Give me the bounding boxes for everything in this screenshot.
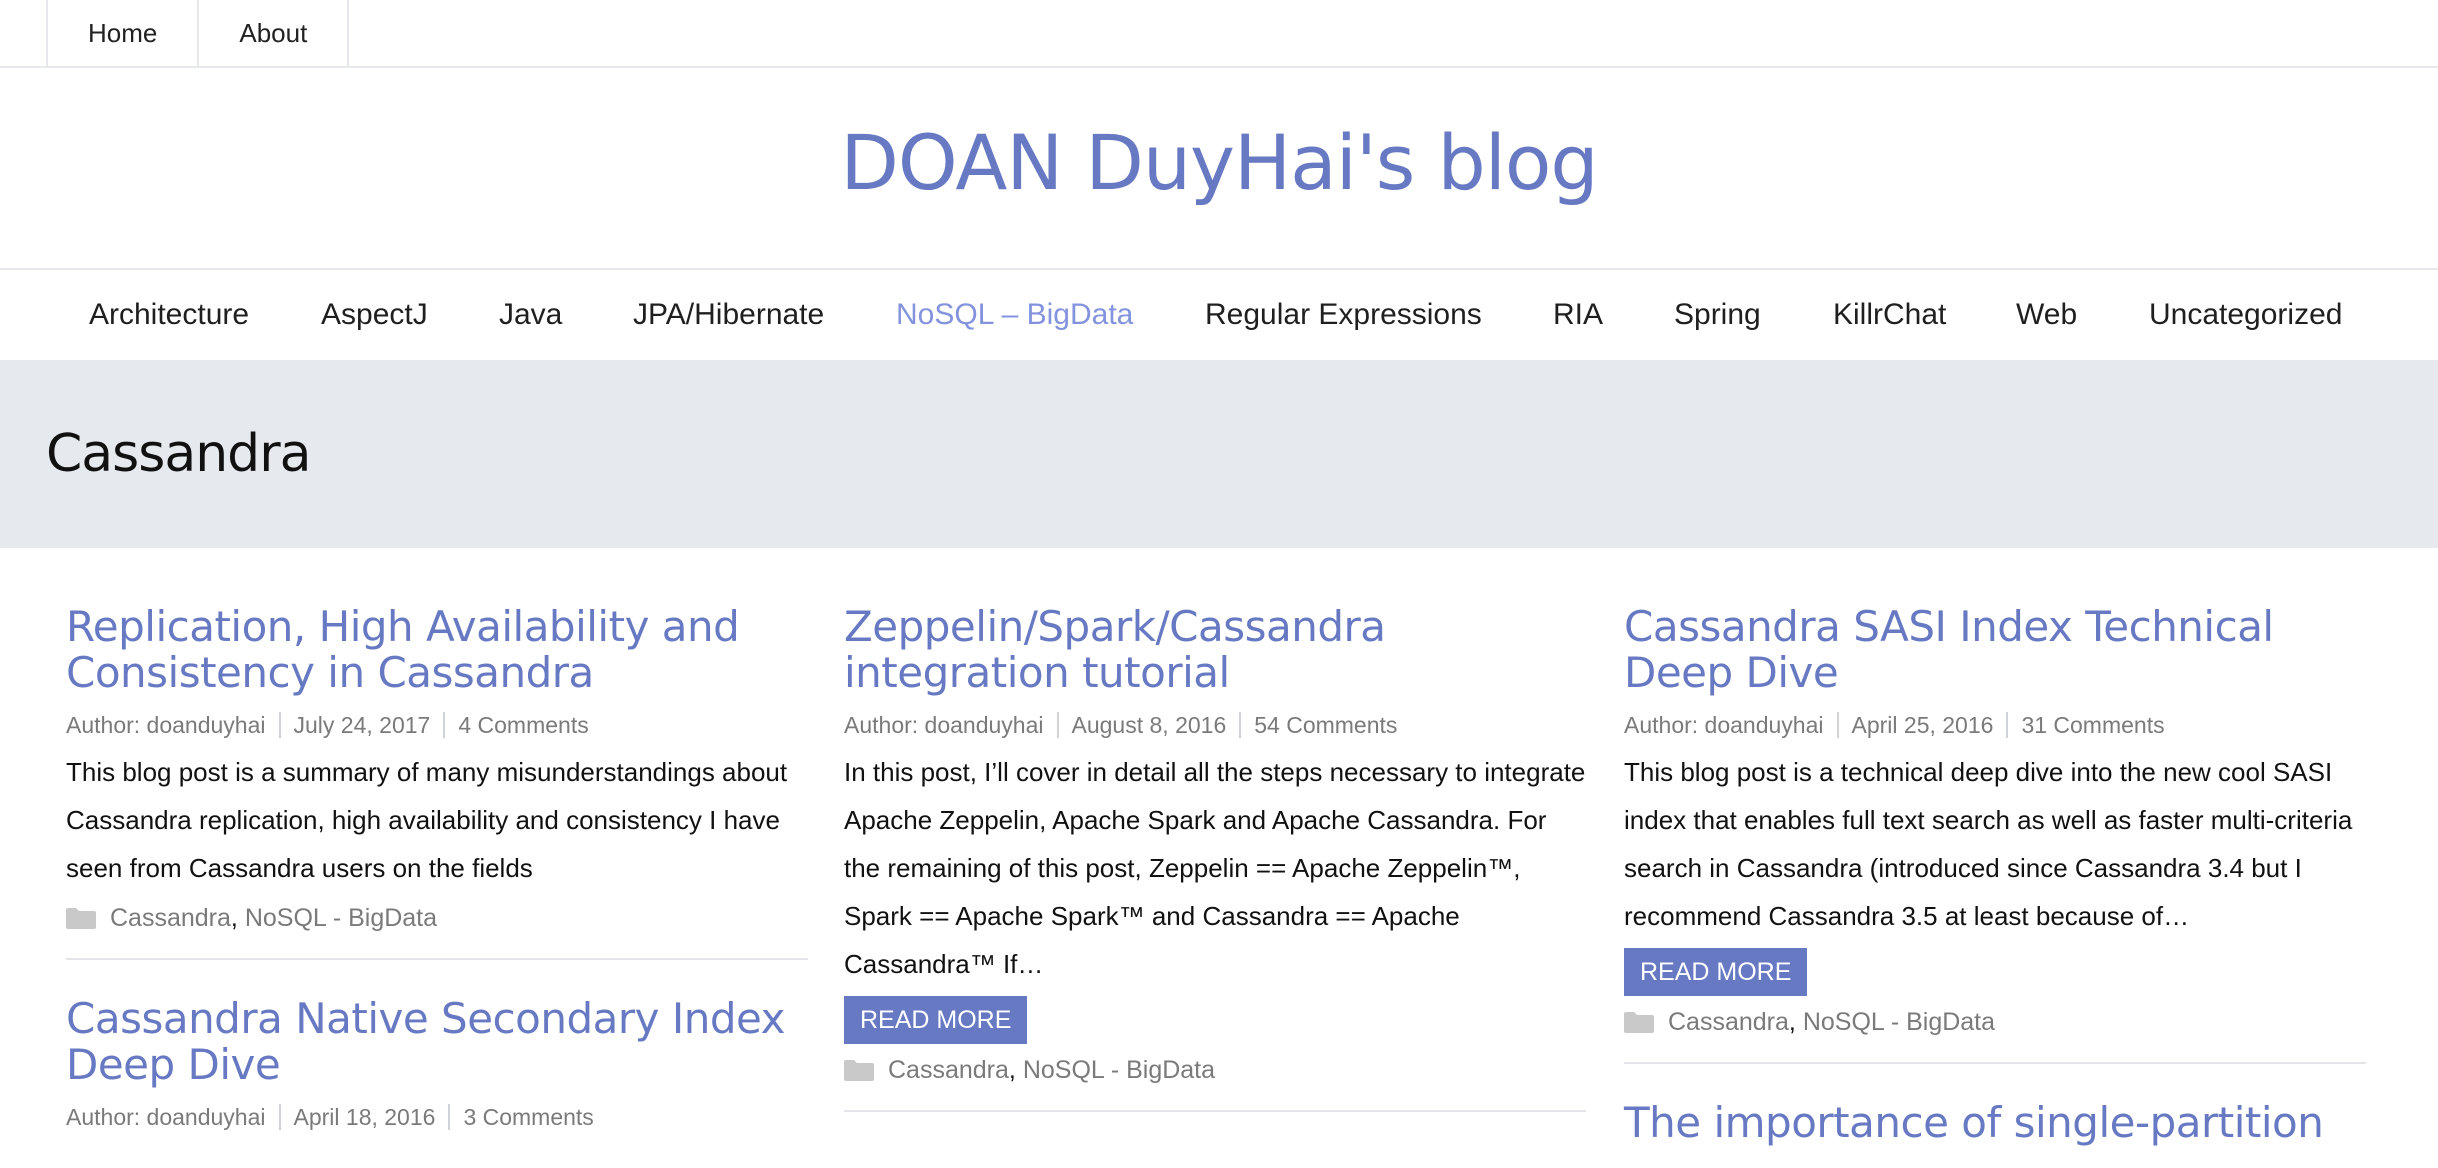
- category-separator: ,: [230, 903, 245, 932]
- post-column-2: Zeppelin/Spark/Cassandra integration tut…: [844, 604, 1586, 1112]
- category-link-nosql-bigdata[interactable]: NoSQL - BigData: [1023, 1056, 1215, 1085]
- post-meta: Author: doanduyhai July 24, 2017 4 Comme…: [66, 708, 808, 742]
- post-author: Author: doanduyhai: [66, 711, 266, 738]
- top-bar: Home About: [0, 0, 2438, 68]
- read-more-button[interactable]: READ MORE: [1624, 948, 1808, 996]
- category-link-cassandra[interactable]: Cassandra: [888, 1056, 1009, 1085]
- post-categories: Cassandra , NoSQL - BigData: [844, 1052, 1586, 1088]
- category-separator: ,: [1788, 1007, 1803, 1036]
- meta-separator: [443, 712, 446, 738]
- category-nav-spring[interactable]: Spring: [1674, 298, 1761, 332]
- post-column-1: Replication, High Availability and Consi…: [66, 604, 808, 1134]
- post-divider: [844, 1110, 1586, 1112]
- folder-icon: [844, 1059, 874, 1081]
- meta-separator: [1056, 712, 1059, 738]
- post-author: Author: doanduyhai: [1624, 711, 1824, 738]
- category-nav-jpa-hibernate[interactable]: JPA/Hibernate: [633, 298, 824, 332]
- category-nav-nosql-bigdata[interactable]: NoSQL – BigData: [896, 298, 1133, 332]
- post-meta: Author: doanduyhai August 8, 2016 54 Com…: [844, 708, 1586, 742]
- meta-separator: [1836, 712, 1839, 738]
- category-nav-regular-expressions[interactable]: Regular Expressions: [1205, 298, 1482, 332]
- meta-separator: [2006, 712, 2009, 738]
- post-title[interactable]: The importance of single-partition: [1624, 1100, 2366, 1146]
- category-nav-web[interactable]: Web: [2016, 298, 2077, 332]
- post-title[interactable]: Cassandra Native Secondary Index Deep Di…: [66, 996, 808, 1088]
- category-nav-aspectj[interactable]: AspectJ: [321, 298, 428, 332]
- post-excerpt: In this post, I’ll cover in detail all t…: [844, 757, 1586, 979]
- post-comments-link[interactable]: 54 Comments: [1254, 712, 1397, 739]
- category-nav-killrchat[interactable]: KillrChat: [1833, 298, 1946, 332]
- post-divider: [66, 958, 808, 960]
- post-comments-link[interactable]: 4 Comments: [458, 712, 588, 739]
- category-link-nosql-bigdata[interactable]: NoSQL - BigData: [245, 904, 437, 933]
- post-date: April 18, 2016: [293, 1103, 436, 1130]
- archive-title: Cassandra: [46, 424, 311, 484]
- top-nav-about[interactable]: About: [197, 0, 350, 66]
- category-nav-architecture[interactable]: Architecture: [89, 298, 249, 332]
- post-categories: Cassandra , NoSQL - BigData: [1624, 1004, 2366, 1040]
- meta-separator: [278, 712, 281, 738]
- category-link-nosql-bigdata[interactable]: NoSQL - BigData: [1803, 1008, 1995, 1037]
- category-nav: Architecture AspectJ Java JPA/Hibernate …: [0, 268, 2438, 360]
- site-title[interactable]: DOAN DuyHai's blog: [0, 118, 2438, 207]
- post-date: April 25, 2016: [1851, 711, 1994, 738]
- top-nav: Home About: [46, 0, 350, 66]
- post-title[interactable]: Zeppelin/Spark/Cassandra integration tut…: [844, 604, 1586, 696]
- post-meta: Author: doanduyhai April 25, 2016 31 Com…: [1624, 708, 2366, 742]
- category-link-cassandra[interactable]: Cassandra: [1668, 1008, 1789, 1037]
- category-nav-ria[interactable]: RIA: [1553, 298, 1603, 332]
- post-comments-link[interactable]: 31 Comments: [2021, 712, 2164, 739]
- archive-header: Cassandra: [0, 360, 2438, 548]
- folder-icon: [1624, 1011, 1654, 1033]
- folder-icon: [66, 907, 96, 929]
- post-title[interactable]: Cassandra SASI Index Technical Deep Dive: [1624, 604, 2366, 696]
- post-excerpt: This blog post is a summary of many misu…: [66, 757, 788, 883]
- top-nav-home[interactable]: Home: [46, 0, 197, 66]
- post-divider: [1624, 1062, 2366, 1064]
- read-more-button[interactable]: READ MORE: [844, 996, 1028, 1044]
- post-author: Author: doanduyhai: [66, 1103, 266, 1130]
- post-meta: Author: doanduyhai April 18, 2016 3 Comm…: [66, 1100, 808, 1134]
- category-nav-java[interactable]: Java: [499, 298, 562, 332]
- post-title[interactable]: Replication, High Availability and Consi…: [66, 604, 808, 696]
- meta-separator: [448, 1104, 451, 1130]
- post-excerpt: This blog post is a technical deep dive …: [1624, 757, 2353, 931]
- category-link-cassandra[interactable]: Cassandra: [110, 904, 231, 933]
- post-date: July 24, 2017: [293, 711, 431, 738]
- post-author: Author: doanduyhai: [844, 711, 1044, 738]
- meta-separator: [278, 1104, 281, 1130]
- category-separator: ,: [1008, 1055, 1023, 1084]
- post-categories: Cassandra , NoSQL - BigData: [66, 900, 808, 936]
- category-nav-uncategorized[interactable]: Uncategorized: [2149, 298, 2342, 332]
- post-date: August 8, 2016: [1071, 711, 1227, 738]
- post-comments-link[interactable]: 3 Comments: [463, 1104, 593, 1131]
- post-column-3: Cassandra SASI Index Technical Deep Dive…: [1624, 604, 2366, 1146]
- meta-separator: [1239, 712, 1242, 738]
